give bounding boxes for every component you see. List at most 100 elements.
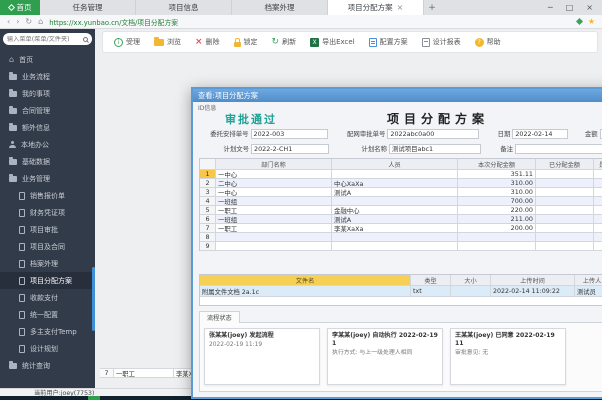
row-number: 2: [200, 179, 216, 188]
dept-cell: [216, 233, 332, 242]
back-icon[interactable]: ‹: [7, 17, 10, 26]
lock-button[interactable]: 锁定: [233, 37, 258, 47]
person-cell: [332, 170, 458, 179]
extension-icon[interactable]: [575, 17, 583, 26]
tab-label: 档案外理: [264, 3, 295, 12]
delete-button[interactable]: 删除: [195, 37, 220, 47]
amount-cell: [458, 242, 536, 251]
tab-label: 项目分配方案: [347, 3, 393, 12]
tab-project-info[interactable]: 项目信息: [136, 0, 232, 15]
dept-cell: 一职工: [216, 206, 332, 215]
tab-close-icon[interactable]: ×: [397, 3, 404, 12]
header-type: 类型: [411, 275, 451, 286]
field-label: 委托安排单号: [210, 130, 249, 138]
tab-archive[interactable]: 档案外理: [232, 0, 328, 15]
home-icon[interactable]: ⌂: [38, 17, 43, 26]
accept-button[interactable]: 受理: [114, 37, 140, 47]
allocated-cell: [536, 233, 594, 242]
sidebar-item-finance-voucher[interactable]: 财务凭证项: [0, 204, 95, 221]
search-icon[interactable]: [83, 36, 88, 42]
table-row[interactable]: 1 一中心 351.11: [200, 170, 602, 179]
table-row[interactable]: 5 一职工 金融中心 220.00: [200, 206, 602, 215]
browse-button[interactable]: 浏览: [154, 36, 181, 47]
folder-icon: [9, 360, 17, 369]
tab-project-allocation[interactable]: 项目分配方案 ×: [328, 0, 424, 15]
sidebar-item-contracts[interactable]: 合同管理: [0, 102, 95, 119]
sidebar-item-workflow[interactable]: 业务流程: [0, 68, 95, 85]
search-input[interactable]: [7, 35, 81, 43]
row-number: 3: [200, 188, 216, 197]
document-icon: [19, 259, 25, 268]
grid-approval-number-field[interactable]: 2022abc0a00: [387, 128, 479, 139]
sidebar-item-label: 业务管理: [22, 174, 50, 183]
help-button[interactable]: 帮助: [474, 37, 501, 47]
remark-field[interactable]: [515, 143, 602, 154]
button-label: 帮助: [486, 38, 501, 46]
sidebar-item-multi-pay-temp[interactable]: 多主支付Temp: [0, 323, 95, 340]
maximize-button[interactable]: □: [566, 3, 574, 12]
forward-icon[interactable]: ›: [16, 17, 19, 26]
sidebar-item-base-data[interactable]: 基础数据: [0, 153, 95, 170]
modal-title-bar[interactable]: 查看:项目分配方案 ×: [193, 89, 602, 102]
sidebar-item-label: 档案外理: [30, 259, 58, 268]
url-input[interactable]: https://xx.yunbao.cn/文档/项目分配方案: [49, 17, 571, 27]
allocated-cell: [536, 197, 594, 206]
sidebar-item-design-plan[interactable]: 设计规划: [0, 340, 95, 357]
table-row[interactable]: 2 二中心 中心XaXa 310.00: [200, 179, 602, 188]
sidebar-item-payment[interactable]: 收款支付: [0, 289, 95, 306]
sidebar-item-my-items[interactable]: 我的事项: [0, 85, 95, 102]
dept-cell: 一班组: [216, 215, 332, 224]
field-label: 金额: [584, 130, 598, 138]
button-label: 浏览: [167, 38, 181, 46]
sidebar-item-business-mgmt[interactable]: 业务管理: [0, 170, 95, 187]
table-row[interactable]: 8: [200, 233, 602, 242]
entrust-number-field[interactable]: 2022-003: [250, 128, 328, 139]
table-row[interactable]: 3 一中心 测试A 310.00: [200, 188, 602, 197]
table-row[interactable]: 9: [200, 242, 602, 251]
attachment-row[interactable]: 附属文件文档 2a.1c txt 2022-02-14 11:09:22 测试员…: [200, 286, 602, 297]
sidebar-item-project-approval[interactable]: 项目审批: [0, 221, 95, 238]
modal-title: 查看:项目分配方案: [198, 90, 258, 100]
sidebar-item-sales-quote[interactable]: 销售报价单: [0, 187, 95, 204]
plan-name-field[interactable]: 测试项目abc1: [389, 143, 481, 154]
table-row[interactable]: 6 一班组 测试A 211.00: [200, 215, 602, 224]
sidebar-item-extra-info[interactable]: 额外信息: [0, 119, 95, 136]
sidebar-search: [3, 33, 92, 45]
minimize-button[interactable]: ─: [548, 3, 553, 12]
sidebar-item-home[interactable]: ⌂ 首页: [0, 51, 95, 68]
form-fields: 委托安排单号 2022-003 配网审批单号 2022abc0a00 日期 20…: [199, 127, 602, 157]
card-line: 审批意见: 无: [455, 349, 489, 356]
filename-cell: 附属文件文档 2a.1c: [200, 286, 411, 297]
refresh-button[interactable]: 刷新: [272, 37, 296, 47]
sidebar-item-project-allocation[interactable]: 项目分配方案: [0, 272, 95, 289]
header-uploader: 上传人: [575, 275, 602, 286]
design-report-button[interactable]: 设计报表: [421, 37, 461, 47]
config-scheme-button[interactable]: 配置方案: [368, 37, 408, 47]
button-label: 导出Excel: [322, 38, 355, 46]
tab-task-management[interactable]: 任务管理: [40, 0, 136, 15]
sidebar-item-statistics[interactable]: 统计查询: [0, 357, 95, 374]
dept-cell: 一班组: [216, 197, 332, 206]
header-dept: 部门名称: [216, 159, 332, 170]
refresh-icon[interactable]: ↻: [25, 17, 32, 26]
document-icon: [19, 191, 25, 200]
sidebar-item-archive-handling[interactable]: 档案外理: [0, 255, 95, 272]
checkbox-cell: [594, 224, 602, 233]
sidebar-item-unified-config[interactable]: 统一配置: [0, 306, 95, 323]
new-tab-button[interactable]: +: [424, 0, 440, 15]
tab-home[interactable]: 首页: [0, 0, 40, 15]
date-field[interactable]: 2022-02-14: [512, 128, 568, 139]
table-row[interactable]: 7 一职工 李某XaXa 200.00: [200, 224, 602, 233]
dept-cell: 一职工: [114, 368, 174, 378]
sidebar-item-local-office[interactable]: 本地办公: [0, 136, 95, 153]
table-row[interactable]: 4 一班组 700.00: [200, 197, 602, 206]
plan-number-field[interactable]: 2022-2-CH1: [251, 143, 329, 154]
folder-icon: [9, 156, 17, 165]
document-icon: [19, 208, 25, 217]
close-button[interactable]: ×: [586, 3, 593, 12]
export-excel-button[interactable]: 导出Excel: [310, 37, 355, 47]
sidebar-item-project-contract[interactable]: 项目及合同: [0, 238, 95, 255]
sidebar-item-label: 额外信息: [22, 123, 50, 132]
workflow-status-tab[interactable]: 流程状态: [199, 311, 240, 323]
favorite-star-icon[interactable]: ★: [588, 17, 595, 26]
